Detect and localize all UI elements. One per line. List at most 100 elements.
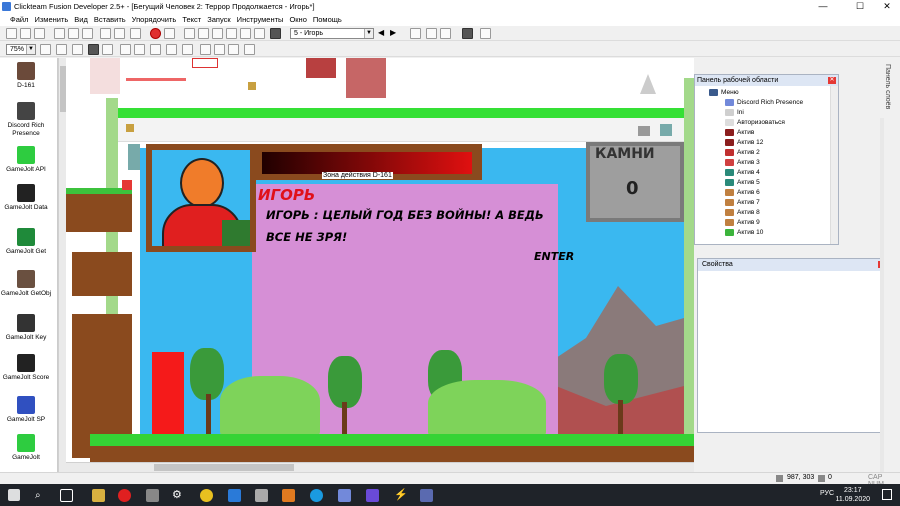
app-icon-5[interactable] [366,489,379,502]
grass-block[interactable] [66,188,132,232]
bush-sprite[interactable] [428,380,546,438]
data-elements-icon[interactable] [240,28,251,39]
dirt-block[interactable] [72,252,132,296]
align-center-icon[interactable] [214,44,225,55]
object-item[interactable]: Discord Rich Presence [0,102,52,138]
clickteam-icon[interactable] [420,489,433,502]
app-icon-3[interactable] [228,489,241,502]
run-frame-icon[interactable] [462,28,473,39]
paste-icon[interactable] [82,28,93,39]
insert-frame-icon[interactable] [410,28,421,39]
scrollbar-thumb[interactable] [154,464,294,471]
red-block[interactable] [152,352,184,438]
vertical-scrollbar[interactable] [880,118,884,498]
menu-window[interactable]: Окно [289,15,306,24]
menu-run[interactable]: Запуск [207,15,230,24]
tree-item[interactable]: Актив 2 [725,148,760,157]
character-portrait[interactable] [152,150,250,246]
object-item[interactable]: D-161 [0,62,52,90]
open-folder-icon[interactable] [20,28,31,39]
zoom-options-icon[interactable] [40,44,51,55]
italic-icon[interactable] [134,44,145,55]
cut-icon[interactable] [54,28,65,39]
task-view-icon[interactable] [60,489,73,502]
object-item[interactable]: GameJolt Score [0,354,52,382]
character-sprite[interactable] [90,58,120,94]
edge-icon[interactable] [310,489,323,502]
object-panel-scrollbar[interactable] [58,58,66,472]
small-portraits-sprite[interactable] [128,144,140,170]
workspace-scrollbar[interactable] [830,86,838,244]
zoom-select[interactable]: 75% ▼ [6,44,36,55]
menu-help[interactable]: Помощь [313,15,342,24]
bush-sprite[interactable] [220,376,320,438]
folder-sprite[interactable] [126,124,134,132]
object-item[interactable]: GameJolt [0,434,52,462]
menu-arrange[interactable]: Упорядочить [132,15,177,24]
menu-text[interactable]: Текст [182,15,201,24]
frame-editor-icon[interactable] [198,28,209,39]
help-icon[interactable] [130,28,141,39]
align-left-icon[interactable] [200,44,211,55]
tree-item[interactable]: Актив 6 [725,188,760,197]
tree-item[interactable]: Актив 9 [725,218,760,227]
enter-text-top[interactable]: ENTER [478,79,529,95]
maximize-button[interactable]: ☐ [849,0,871,13]
menu-edit[interactable]: Изменить [34,15,68,24]
opera-icon[interactable] [118,489,131,502]
layers-icon[interactable] [270,28,281,39]
object-item[interactable]: GameJolt Get [0,228,52,256]
arrow-sprite[interactable] [640,74,656,94]
folder-sprite[interactable] [248,82,256,90]
run-application-icon[interactable] [150,28,161,39]
menu-view[interactable]: Вид [74,15,88,24]
settings-gear-icon[interactable]: ⚙ [172,489,185,502]
object-item[interactable]: GameJolt Data [0,184,52,212]
enter-text-mid[interactable]: ENTER [534,250,574,263]
copy-icon[interactable] [68,28,79,39]
tree-item[interactable]: Актив 7 [725,198,760,207]
grid-icon[interactable] [440,28,451,39]
shape-rect-icon[interactable] [150,44,161,55]
app-icon-2[interactable] [146,489,159,502]
text-color-icon[interactable] [72,44,83,55]
tree-item[interactable]: Актив 8 [725,208,760,217]
tree-item[interactable]: Актив 10 [725,228,763,237]
tree-item[interactable]: Discord Rich Presence [725,98,803,107]
storyboard-icon[interactable] [184,28,195,39]
flag-sprite[interactable] [122,180,132,190]
search-icon[interactable]: ⌕ [35,489,48,502]
object-item[interactable]: GameJolt API [0,146,52,174]
object-item[interactable]: GameJolt SP [0,396,52,424]
stop-icon[interactable] [164,28,175,39]
shape-ellipse-icon[interactable] [166,44,177,55]
app-icon-4[interactable] [282,489,295,502]
tree-item[interactable]: Авторизоваться [725,118,785,127]
font-size-icon[interactable] [56,44,67,55]
close-button[interactable]: ✕ [876,0,898,13]
blood-sprite[interactable] [346,58,386,98]
bold-icon[interactable] [120,44,131,55]
fill-icon[interactable] [88,44,99,55]
tree-item[interactable]: Актив 4 [725,168,760,177]
tree-item[interactable]: Актив 12 [725,138,763,147]
controller-sprite[interactable] [638,126,650,136]
frame-settings-icon[interactable] [480,28,491,39]
new-file-icon[interactable] [6,28,17,39]
object-item[interactable]: GameJolt Key [0,314,52,342]
chrome-icon[interactable] [200,489,213,502]
expression-editor-icon[interactable] [254,28,265,39]
tree-sprite[interactable] [328,356,362,408]
menu-file[interactable]: Файл [10,15,28,24]
ground-strip[interactable] [90,434,694,462]
fit-icon[interactable] [244,44,255,55]
shield-icon[interactable] [255,489,268,502]
menu-tools[interactable]: Инструменты [237,15,284,24]
speaker-name[interactable]: ИГОРЬ [258,186,315,204]
shape-line-icon[interactable] [182,44,193,55]
medkit-sprite[interactable] [192,58,218,68]
border-icon[interactable] [102,44,113,55]
tree-sprite[interactable] [604,354,638,404]
app-icon-1[interactable] [92,489,105,502]
object-item[interactable]: GameJolt GetObj [0,270,52,298]
